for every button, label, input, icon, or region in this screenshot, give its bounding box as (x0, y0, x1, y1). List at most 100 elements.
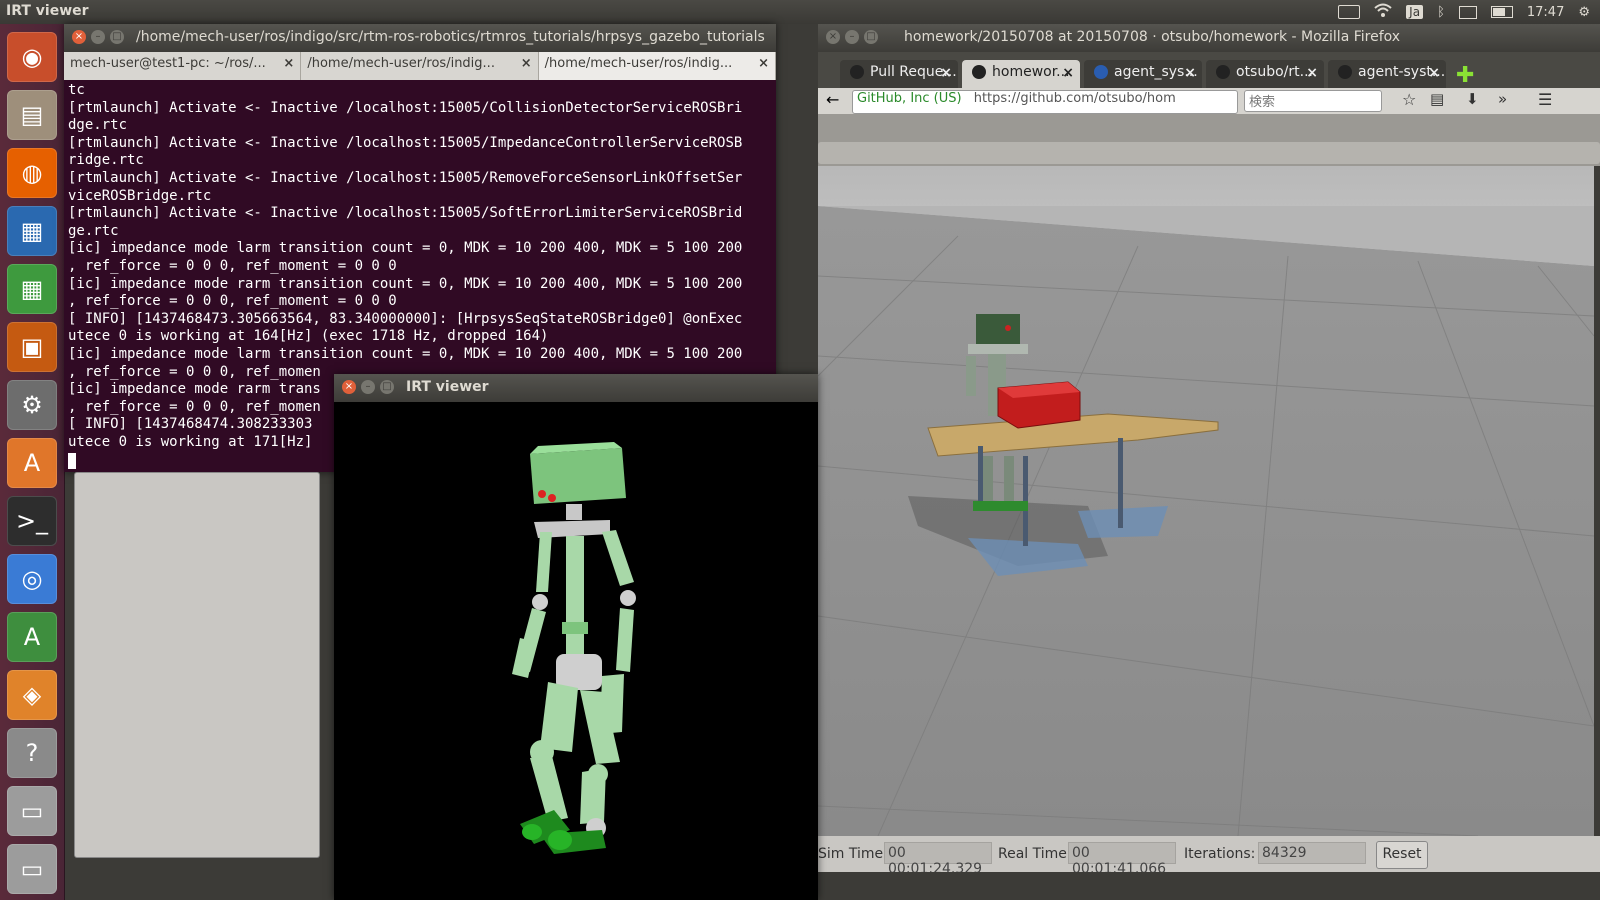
maximize-window-button[interactable]: □ (110, 30, 124, 44)
irt-viewer-title: IRT viewer (406, 379, 489, 395)
navigation-bar: ← GitHub, Inc (US) https://github.com/ot… (818, 88, 1600, 114)
wifi-icon[interactable] (1374, 3, 1392, 21)
iterations-label: Iterations: (1184, 846, 1256, 862)
overflow-icon[interactable]: » (1498, 90, 1507, 108)
close-tab-icon[interactable]: × (940, 65, 952, 81)
launcher-item[interactable]: ▭ (7, 786, 57, 836)
launcher-item[interactable]: A (7, 612, 57, 662)
real-time-label: Real Time: (998, 846, 1072, 862)
search-placeholder: 検索 (1249, 95, 1276, 110)
terminal-tabs: mech-user@test1-pc: ~/ros/... × /home/mec… (64, 52, 776, 80)
iterations-value: 84329 (1258, 842, 1366, 864)
maximize-window-button[interactable]: □ (380, 380, 394, 394)
terminal-line: , ref_force = 0 0 0, ref_moment = 0 0 0 (68, 293, 397, 310)
mail-icon[interactable] (1458, 5, 1477, 19)
minimize-window-button[interactable]: – (361, 380, 375, 394)
close-tab-icon[interactable]: × (1184, 65, 1196, 81)
settings-wrench-icon: ⚙ (21, 391, 43, 419)
close-tab-icon[interactable]: × (521, 56, 532, 71)
menu-icon[interactable]: ☰ (1538, 90, 1552, 109)
minimize-window-button[interactable]: – (91, 30, 105, 44)
terminal-line: [rtmlaunch] Activate <- Inactive /localh… (68, 99, 743, 116)
input-method-indicator[interactable]: Ja (1406, 5, 1424, 19)
shopping-bag-icon: A (23, 449, 41, 477)
close-tab-icon[interactable]: × (1428, 65, 1440, 81)
terminal-tab[interactable]: mech-user@test1-pc: ~/ros/... × (64, 52, 302, 80)
close-window-button[interactable]: × (72, 30, 86, 44)
star-icon[interactable]: ☆ (1402, 90, 1416, 109)
browser-tab[interactable]: otsubo/rt... × (1206, 60, 1324, 88)
search-box[interactable]: 検索 (1244, 90, 1382, 112)
updater-icon: A (23, 623, 41, 651)
url-text: https://github.com/otsubo/hom (973, 91, 1176, 106)
terminal-line: [ INFO] [1437468473.305663564, 83.340000… (68, 310, 743, 327)
bluetooth-icon[interactable]: ᛒ (1437, 5, 1445, 20)
launcher-item[interactable]: ◈ (7, 670, 57, 720)
maximize-window-button[interactable]: □ (864, 30, 878, 44)
terminal-line: [rtmlaunch] Activate <- Inactive /localh… (68, 134, 743, 151)
launcher-item[interactable]: ◎ (7, 554, 57, 604)
battery-icon[interactable] (1490, 6, 1513, 18)
firefox-tabs: Pull Reque... × homewor... × agent_sys... ×… (818, 52, 1600, 88)
new-tab-button[interactable]: ✚ (1456, 63, 1474, 88)
gazebo-status-bar: Sim Time: 00 00:01:24.329 Real Time: 00 … (818, 836, 1600, 877)
terminal-line: [ic] impedance mode larm transition coun… (68, 240, 743, 257)
browser-tab[interactable]: agent_sys... × (1084, 60, 1202, 88)
launcher-item[interactable]: ◉ (7, 32, 57, 82)
github-icon (972, 65, 986, 79)
terminal-line: tc (68, 82, 85, 98)
url-bar[interactable]: GitHub, Inc (US) https://github.com/otsu… (852, 90, 1238, 114)
back-arrow-icon[interactable]: ← (826, 90, 839, 109)
help-icon: ? (25, 739, 39, 767)
irt-viewer-window[interactable]: × – □ IRT viewer (334, 374, 818, 900)
launcher-item[interactable]: ▦ (7, 264, 57, 314)
firefox-titlebar[interactable]: × – □ homework/20150708 at 20150708 · ot… (818, 24, 1600, 52)
launcher-item[interactable]: ▤ (7, 90, 57, 140)
browser-tab[interactable]: agent-syst... × (1328, 60, 1446, 88)
gazebo-toolbar-strip (818, 142, 1600, 164)
close-window-button[interactable]: × (826, 30, 840, 44)
minimize-window-button[interactable]: – (845, 30, 859, 44)
disk-drive-icon: ▭ (20, 797, 44, 825)
system-tray: Ja ᛒ 17:47 ⚙ (1338, 3, 1590, 21)
terminal-line: [rtmlaunch] Activate <- Inactive /localh… (68, 169, 743, 186)
close-tab-icon[interactable]: × (758, 56, 769, 71)
irt-viewer-titlebar[interactable]: × – □ IRT viewer (334, 374, 818, 402)
github-icon (850, 65, 864, 79)
firefox-title: homework/20150708 at 20150708 · otsubo/h… (904, 29, 1401, 45)
terminal-titlebar[interactable]: × – □ /home/mech-user/ros/indigo/src/rtm… (64, 24, 776, 52)
terminal-tab-active[interactable]: /home/mech-user/ros/indig... × (538, 52, 776, 80)
terminal-tab-label: /home/mech-user/ros/indig... (544, 56, 733, 71)
writer-doc-icon: ▦ (20, 217, 44, 245)
launcher-item[interactable]: ◍ (7, 148, 57, 198)
launcher-item[interactable]: ▦ (7, 206, 57, 256)
terminal-tab[interactable]: /home/mech-user/ros/indig... × (301, 52, 539, 80)
terminal-line: [ic] impedance mode larm transition coun… (68, 345, 743, 362)
reset-button[interactable]: Reset (1376, 841, 1428, 869)
close-tab-icon[interactable]: × (1062, 65, 1074, 81)
gear-icon[interactable]: ⚙ (1578, 5, 1590, 20)
terminal-line: ge.rtc (68, 222, 119, 239)
robot-model-view[interactable] (334, 402, 818, 900)
sim-time-value: 00 00:01:24.329 (884, 842, 992, 877)
launcher-item[interactable]: A (7, 438, 57, 488)
launcher-item[interactable]: ⚙ (7, 380, 57, 430)
gazebo-3d-scene[interactable] (818, 166, 1594, 836)
close-window-button[interactable]: × (342, 380, 356, 394)
site-identity[interactable]: GitHub, Inc (US) (857, 91, 962, 106)
keyboard-icon[interactable] (1338, 5, 1361, 19)
launcher-item[interactable]: ▭ (7, 844, 57, 894)
launcher-item[interactable]: ▣ (7, 322, 57, 372)
launcher-item[interactable]: >_ (7, 496, 57, 546)
close-tab-icon[interactable]: × (283, 56, 294, 71)
sim-time-label: Sim Time: (818, 846, 888, 862)
close-tab-icon[interactable]: × (1306, 65, 1318, 81)
download-icon[interactable]: ⬇ (1466, 90, 1479, 108)
browser-tab-active[interactable]: homewor... × (962, 60, 1080, 88)
tab-label: otsubo/rt... (1236, 64, 1313, 80)
launcher-item[interactable]: ? (7, 728, 57, 778)
github-icon (1216, 65, 1230, 79)
browser-tab[interactable]: Pull Reque... × (840, 60, 958, 88)
reading-list-icon[interactable]: ▤ (1430, 90, 1444, 108)
clock[interactable]: 17:47 (1527, 5, 1564, 20)
